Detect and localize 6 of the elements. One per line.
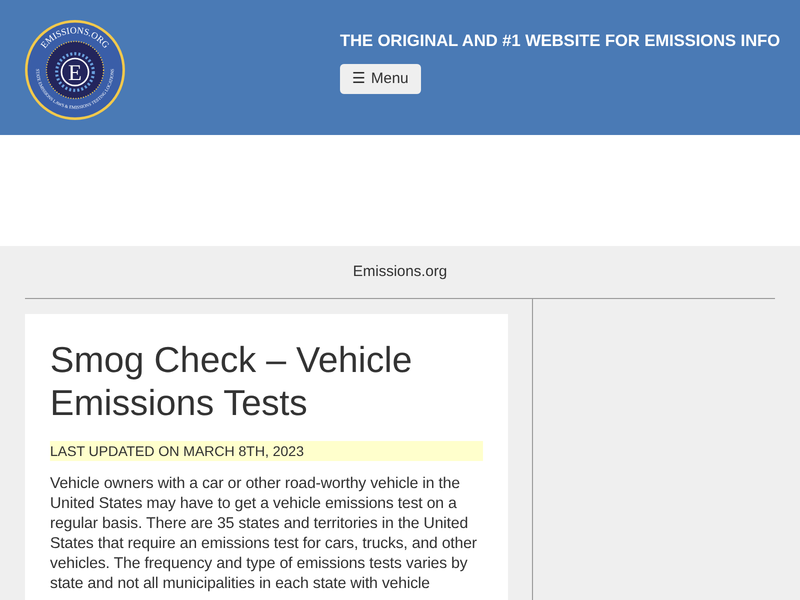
menu-button[interactable]: ☰ Menu <box>340 64 421 94</box>
breadcrumb-link[interactable]: Emissions.org <box>352 261 448 284</box>
site-tagline: THE ORIGINAL AND #1 WEBSITE FOR EMISSIONS INFO <box>340 31 780 52</box>
last-updated: LAST UPDATED ON MARCH 8TH, 2023 <box>50 440 483 460</box>
article-title: Smog Check – Vehicle Emissions Tests <box>50 338 414 424</box>
article-paragraph: Vehicle owners with a car or other road-worthy vehicle in the United States may have to get a vehicle emissions test on a regular basis. There are 35 states and territories in the United States that require an emissions test for cars, trucks, and other vehicles. The frequency and type of emissions tests varies by state and not all municipalities in each state with vehicle <box>50 474 478 594</box>
